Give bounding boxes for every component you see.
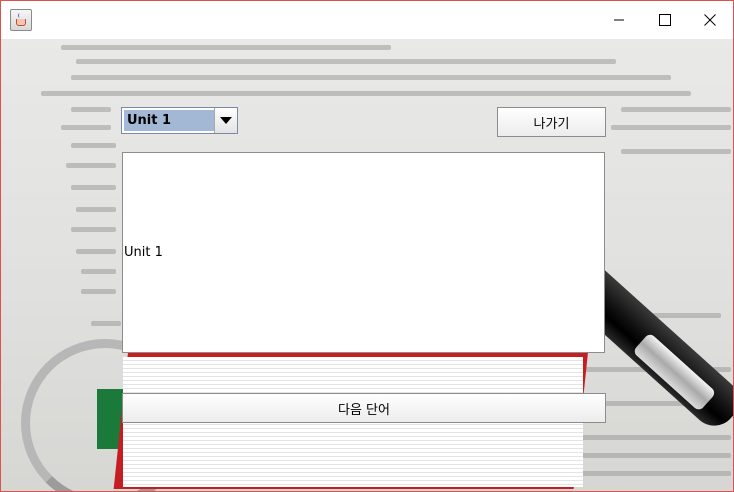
title-bar [1, 1, 733, 39]
content-pane: Unit 1 나가기 Unit 1 다음 단어 [1, 39, 733, 491]
app-window: Unit 1 나가기 Unit 1 다음 단어 [0, 0, 734, 492]
bg-text-line [621, 149, 731, 154]
unit-select-toggle[interactable] [214, 108, 237, 133]
unit-select-value: Unit 1 [124, 110, 214, 131]
bg-text-line [61, 125, 111, 130]
close-icon [704, 14, 716, 26]
bg-text-line [71, 227, 116, 232]
word-display-text: Unit 1 [124, 245, 163, 260]
maximize-icon [659, 14, 671, 26]
maximize-button[interactable] [642, 1, 688, 39]
minimize-icon [614, 19, 624, 21]
bg-text-line [71, 143, 116, 148]
bg-text-line [76, 207, 116, 212]
exit-button-label: 나가기 [533, 116, 570, 132]
minimize-button[interactable] [596, 1, 642, 39]
exit-button[interactable]: 나가기 [497, 107, 606, 137]
java-app-icon[interactable] [10, 9, 32, 31]
next-word-button-label: 다음 단어 [338, 402, 390, 418]
bg-text-line [611, 125, 731, 130]
close-button[interactable] [687, 1, 733, 39]
bg-text-line [91, 321, 121, 326]
bg-text-line [71, 107, 111, 112]
bg-text-line [41, 91, 691, 96]
bg-text-line [76, 249, 116, 254]
bg-text-line [61, 45, 391, 50]
next-word-button[interactable]: 다음 단어 [122, 393, 606, 423]
steam-shape [18, 13, 22, 18]
cup-shape [16, 19, 26, 26]
bg-text-line [76, 59, 616, 64]
bg-text-line [71, 185, 116, 190]
bg-text-line [81, 269, 116, 274]
bg-text-line [621, 107, 731, 112]
bg-text-line [81, 289, 116, 294]
unit-select[interactable]: Unit 1 [121, 107, 238, 134]
bg-text-line [71, 75, 671, 80]
word-display-area[interactable]: Unit 1 [122, 152, 605, 353]
chevron-down-icon [220, 116, 232, 124]
bg-text-line [66, 163, 116, 168]
